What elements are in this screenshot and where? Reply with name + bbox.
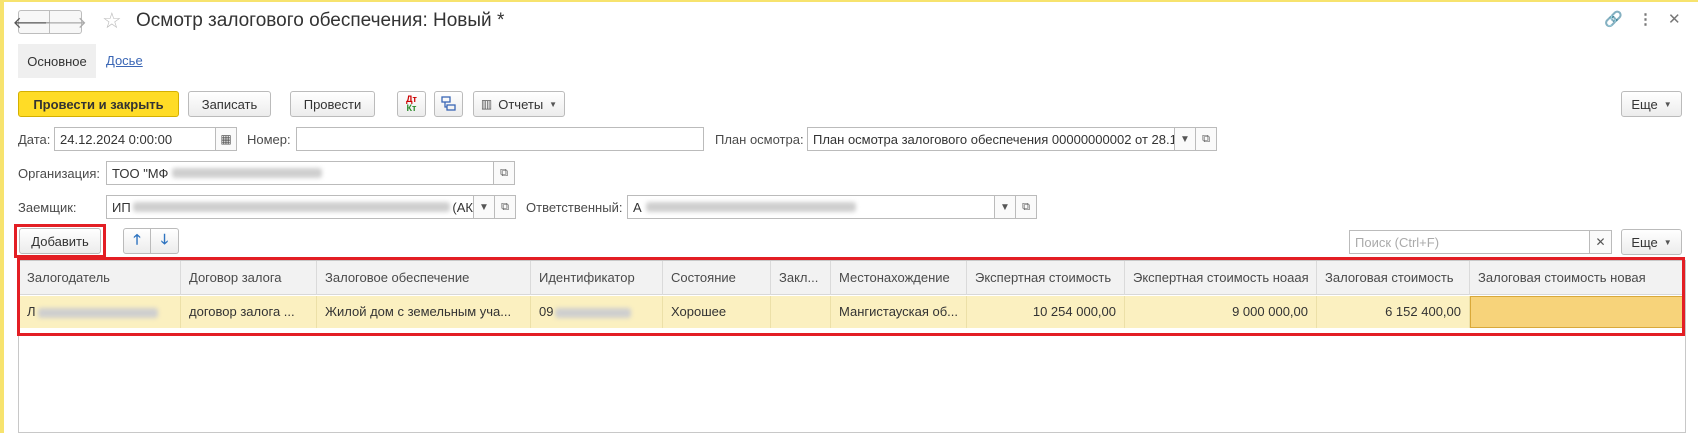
post-and-close-button[interactable]: Провести и закрыть bbox=[18, 91, 179, 117]
borrower-open-button[interactable]: ⧉ bbox=[494, 195, 516, 219]
more-button[interactable]: Еще ▼ bbox=[1621, 91, 1682, 117]
borrower-value-prefix: ИП bbox=[112, 199, 131, 215]
reports-label: Отчеты bbox=[498, 96, 544, 112]
dropdown-arrow-icon: ▼ bbox=[1000, 201, 1010, 213]
responsible-value: А bbox=[633, 199, 642, 215]
date-field[interactable]: 24.12.2024 0:00:00 bbox=[54, 127, 216, 151]
dropdown-arrow-icon: ▼ bbox=[1663, 99, 1672, 109]
arrow-right-icon: 🡒 bbox=[44, 14, 87, 32]
table-more-button[interactable]: Еще ▼ bbox=[1621, 229, 1682, 255]
tab-main[interactable]: Основное bbox=[18, 44, 96, 78]
plan-label: План осмотра: bbox=[715, 132, 804, 147]
dt-kt-icon: Дт Кт bbox=[406, 94, 417, 113]
structure-button[interactable] bbox=[434, 91, 463, 117]
hierarchy-icon bbox=[440, 96, 456, 111]
redacted-text bbox=[645, 202, 856, 212]
report-chart-icon: ▥ bbox=[480, 97, 493, 111]
dropdown-arrow-icon: ▼ bbox=[479, 201, 489, 213]
move-up-button[interactable]: 🡑 bbox=[123, 228, 151, 254]
redacted-text bbox=[172, 168, 323, 178]
dropdown-arrow-icon: ▼ bbox=[1180, 133, 1190, 145]
dropdown-arrow-icon: ▼ bbox=[1663, 237, 1672, 247]
calendar-icon: ▦ bbox=[220, 132, 232, 146]
link-icon[interactable]: 🔗 bbox=[1604, 10, 1623, 28]
responsible-label: Ответственный: bbox=[526, 200, 623, 215]
organization-open-button[interactable]: ⧉ bbox=[493, 161, 515, 185]
plan-open-button[interactable]: ⧉ bbox=[1195, 127, 1217, 151]
open-window-icon: ⧉ bbox=[500, 166, 508, 179]
date-label: Дата: bbox=[18, 132, 51, 147]
search-clear-button[interactable]: ✕ bbox=[1589, 230, 1612, 254]
search-input[interactable]: Поиск (Ctrl+F) bbox=[1349, 230, 1590, 254]
borrower-dropdown-button[interactable]: ▼ bbox=[473, 195, 495, 219]
post-button[interactable]: Провести bbox=[290, 91, 375, 117]
dropdown-arrow-icon: ▼ bbox=[549, 99, 558, 109]
window-left-accent bbox=[0, 0, 4, 433]
plan-dropdown-button[interactable]: ▼ bbox=[1174, 127, 1196, 151]
close-icon: ✕ bbox=[1595, 235, 1606, 249]
organization-field[interactable]: ТОО "МФ bbox=[106, 161, 494, 185]
table-more-label: Еще bbox=[1631, 234, 1658, 250]
organization-label: Организация: bbox=[18, 166, 101, 181]
forward-button[interactable]: 🡒 bbox=[44, 10, 87, 34]
organization-value: ТОО "МФ bbox=[112, 165, 169, 181]
more-vertical-icon[interactable]: ⋮ bbox=[1638, 10, 1653, 28]
borrower-field[interactable]: ИП (АК bbox=[106, 195, 474, 219]
responsible-dropdown-button[interactable]: ▼ bbox=[994, 195, 1016, 219]
arrow-down-icon: 🡓 bbox=[160, 231, 169, 247]
dt-kt-button[interactable]: Дт Кт bbox=[397, 91, 426, 117]
plan-field[interactable]: План осмотра залогового обеспечения 0000… bbox=[807, 127, 1175, 151]
window-top-accent bbox=[0, 0, 1698, 2]
calendar-button[interactable]: ▦ bbox=[215, 127, 237, 151]
highlight-table bbox=[17, 257, 1685, 336]
close-icon[interactable]: ✕ bbox=[1668, 10, 1681, 28]
highlight-add-button bbox=[14, 224, 106, 258]
number-field[interactable] bbox=[296, 127, 704, 151]
open-window-icon: ⧉ bbox=[1202, 132, 1210, 145]
responsible-open-button[interactable]: ⧉ bbox=[1015, 195, 1037, 219]
borrower-value-suffix: (АК bbox=[452, 199, 473, 215]
reports-button[interactable]: ▥ Отчеты ▼ bbox=[473, 91, 565, 117]
number-label: Номер: bbox=[247, 132, 291, 147]
tab-dossier[interactable]: Досье bbox=[106, 53, 143, 68]
open-window-icon: ⧉ bbox=[501, 200, 509, 213]
favorite-star-icon[interactable]: ☆ bbox=[102, 8, 122, 34]
page-title: Осмотр залогового обеспечения: Новый * bbox=[136, 10, 505, 31]
save-button[interactable]: Записать bbox=[188, 91, 271, 117]
more-label: Еще bbox=[1631, 96, 1658, 112]
redacted-text bbox=[132, 202, 451, 212]
responsible-field[interactable]: А bbox=[627, 195, 995, 219]
move-down-button[interactable]: 🡓 bbox=[151, 228, 179, 254]
open-window-icon: ⧉ bbox=[1022, 200, 1030, 213]
arrow-up-icon: 🡑 bbox=[133, 231, 141, 247]
borrower-label: Заемщик: bbox=[18, 200, 77, 215]
